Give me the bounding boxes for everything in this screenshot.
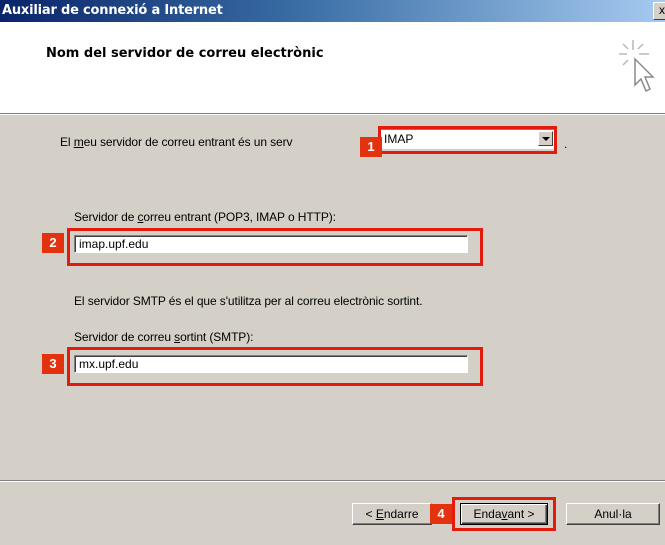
wizard-window: Auxiliar de connexió a Internet x Nom de…: [0, 0, 665, 545]
page-title: Nom del servidor de correu electrònic: [46, 46, 324, 61]
callout-box-4: [452, 497, 556, 531]
title-bar[interactable]: Auxiliar de connexió a Internet x: [0, 0, 665, 22]
header-divider: [0, 114, 665, 115]
incoming-type-label: El meu servidor de correu entrant és un …: [60, 135, 293, 149]
incoming-server-label: Servidor de correu entrant (POP3, IMAP o…: [74, 210, 336, 224]
cancel-button[interactable]: Anul·la: [566, 503, 660, 525]
window-title: Auxiliar de connexió a Internet: [2, 3, 223, 18]
callout-badge-4: 4: [430, 504, 452, 524]
callout-box-1: [378, 126, 557, 154]
callout-box-2: [67, 228, 483, 266]
back-button[interactable]: < Endarre: [352, 503, 432, 525]
smtp-note: El servidor SMTP és el que s'utilitza pe…: [74, 294, 423, 308]
callout-badge-2: 2: [42, 233, 64, 253]
callout-badge-1: 1: [360, 137, 382, 157]
callout-box-3: [67, 347, 483, 386]
incoming-type-trailing: .: [564, 137, 568, 151]
callout-badge-3: 3: [42, 354, 64, 374]
close-icon: x: [659, 3, 665, 17]
outgoing-server-label: Servidor de correu sortint (SMTP):: [74, 330, 254, 344]
footer-divider-highlight: [0, 481, 665, 482]
close-button[interactable]: x: [653, 2, 665, 20]
wizard-sparkle-cursor-icon: [619, 40, 655, 93]
wizard-header: Nom del servidor de correu electrònic: [0, 22, 665, 114]
